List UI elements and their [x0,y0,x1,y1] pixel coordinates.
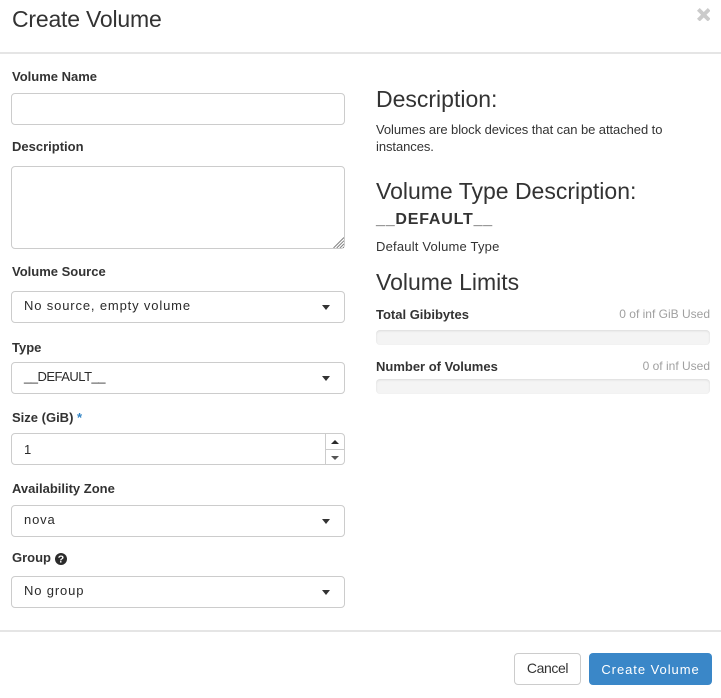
svg-text:?: ? [57,554,63,565]
